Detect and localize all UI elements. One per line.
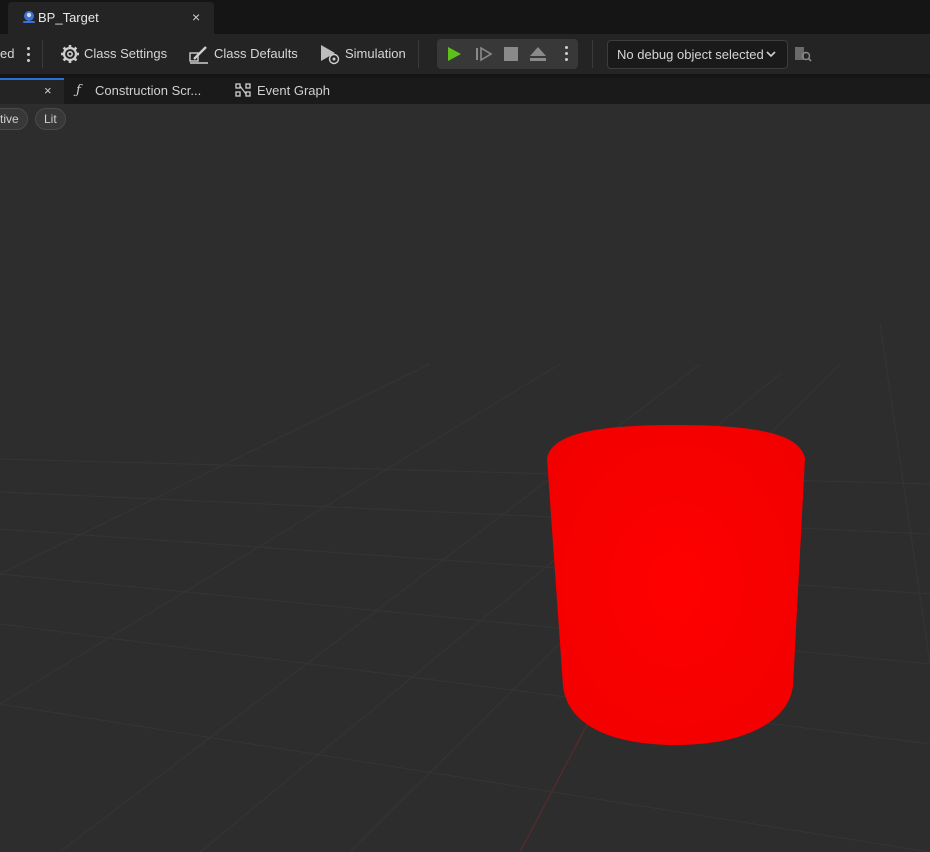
play-options-icon[interactable] [565,46,569,64]
viewport[interactable]: tive Lit [0,104,930,852]
simulation-button[interactable]: Simulation [345,46,406,61]
class-settings-button[interactable]: Class Settings [84,46,167,61]
tab-event-graph-label: Event Graph [257,83,330,98]
view-mode-pill[interactable]: tive [0,108,28,130]
tab-construction-script-label: Construction Scr... [95,83,202,98]
truncated-toolbar-label[interactable]: ed [0,46,14,61]
blueprint-icon [23,11,35,23]
tab-event-graph[interactable]: Event Graph [228,78,338,104]
document-tab[interactable]: BP_Target × [8,2,214,34]
simulation-icon [321,45,340,65]
gear-icon [61,45,79,63]
play-icon[interactable] [446,46,462,62]
edit-defaults-icon [189,46,208,64]
toolbar-divider [42,40,43,68]
debug-object-dropdown[interactable]: No debug object selected [607,40,788,69]
tab-viewport-close-button[interactable]: × [44,83,52,98]
red-cylinder[interactable] [547,425,805,745]
debug-object-label: No debug object selected [617,47,764,62]
tab-viewport[interactable]: × [0,78,64,104]
play-controls-group [437,39,578,69]
more-options-icon[interactable] [27,47,31,65]
document-tab-close-button[interactable]: × [192,9,200,25]
stop-icon[interactable] [504,47,518,61]
toolbar-divider [418,40,419,68]
chevron-down-icon [766,51,776,58]
function-icon: ƒ [76,83,81,98]
find-debug-object-icon[interactable] [794,45,812,63]
tab-construction-script[interactable]: ƒ Construction Scr... [68,78,218,104]
graph-icon [235,83,251,97]
title-bar: BP_Target × [0,0,930,34]
class-defaults-button[interactable]: Class Defaults [214,46,298,61]
document-tab-label: BP_Target [38,10,99,25]
lighting-mode-pill[interactable]: Lit [35,108,66,130]
step-forward-icon[interactable] [475,46,493,62]
toolbar-divider [592,40,593,68]
editor-tab-row: × ƒ Construction Scr... Event Graph [0,78,930,104]
main-toolbar: ed Class Settings Class Defaults Simulat… [0,34,930,74]
viewport-grid [0,323,930,852]
eject-icon[interactable] [529,46,547,62]
